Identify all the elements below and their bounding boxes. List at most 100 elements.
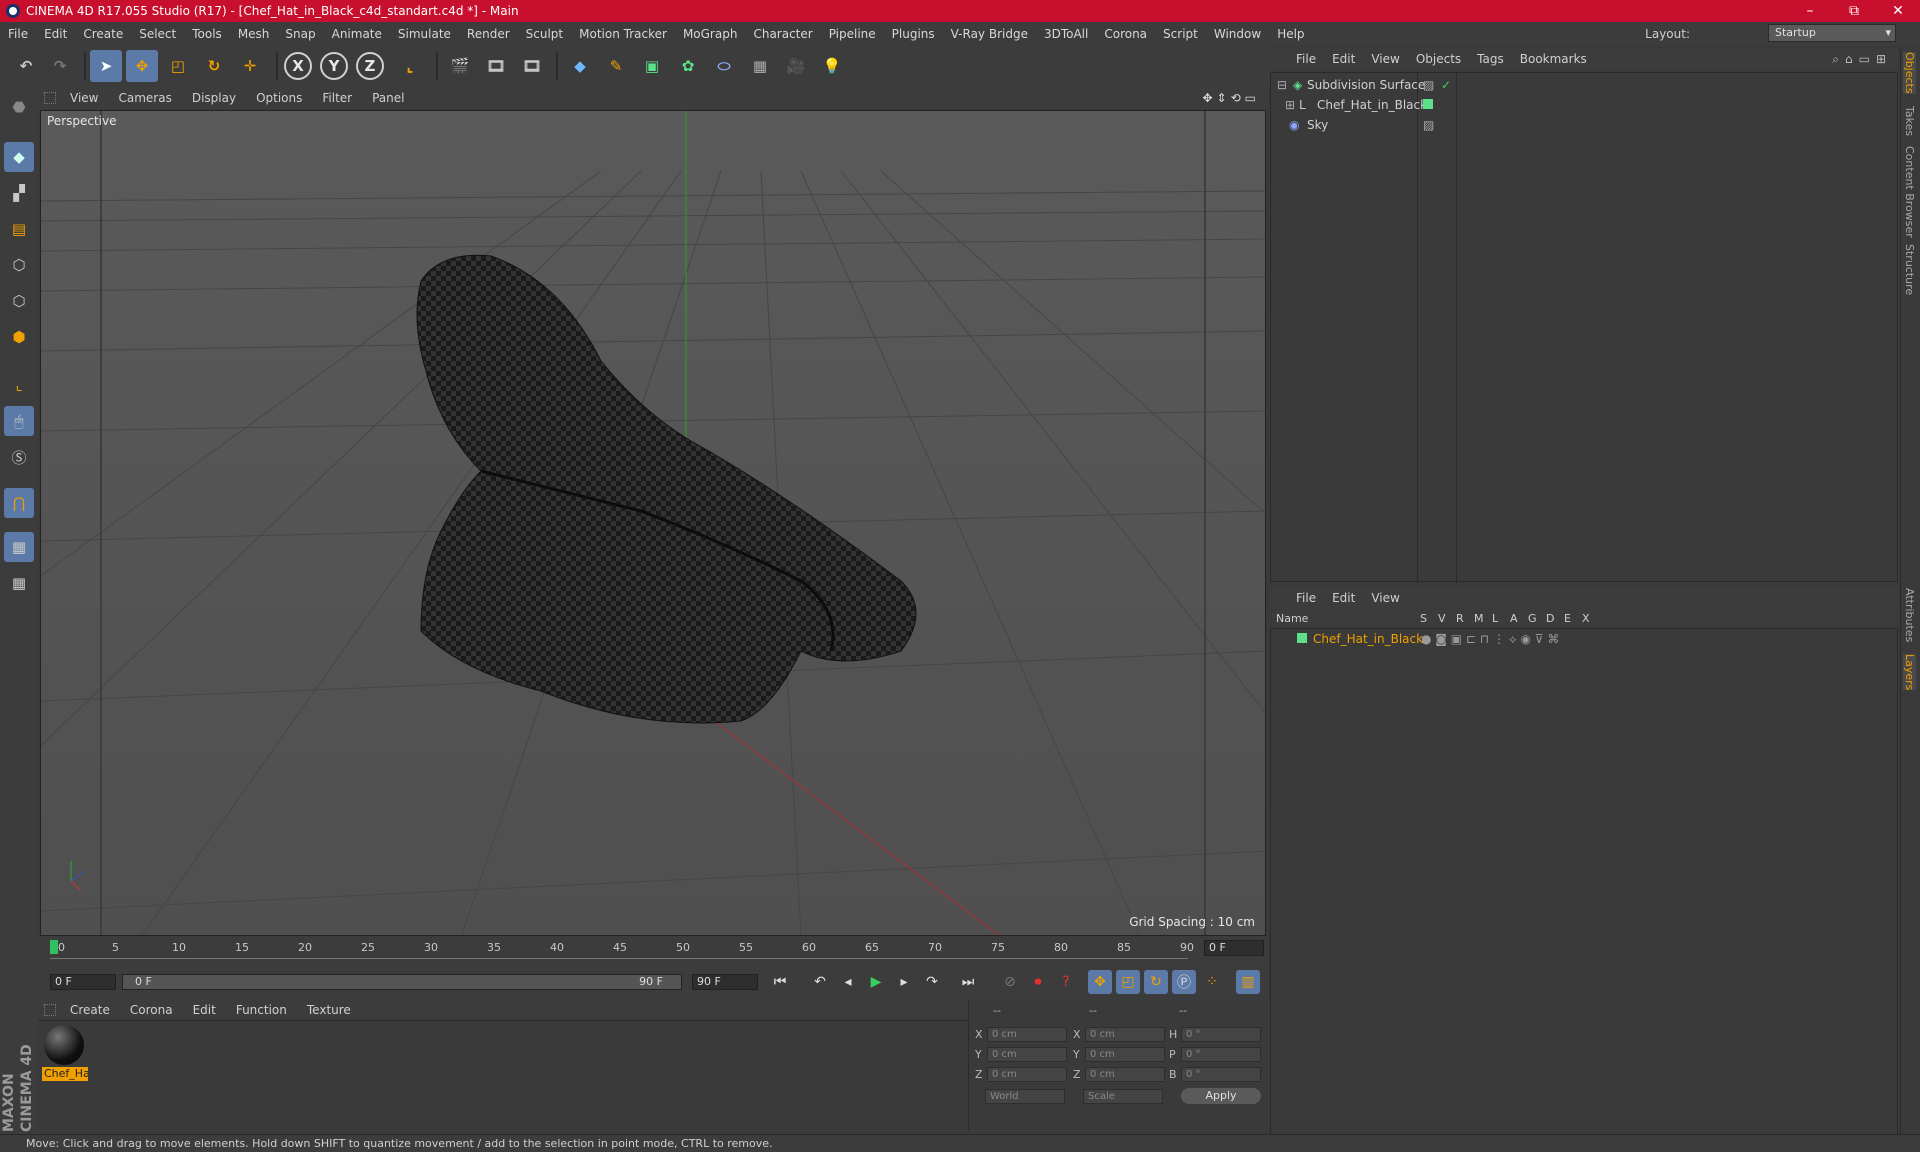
material-menu-corona[interactable]: Corona: [120, 1003, 183, 1017]
start-frame-field[interactable]: 0 F: [50, 974, 116, 990]
deformer-icon[interactable]: ⬭: [708, 50, 740, 82]
material-menu-texture[interactable]: Texture: [297, 1003, 361, 1017]
key-parameter-icon[interactable]: Ⓟ: [1172, 970, 1196, 994]
key-position-icon[interactable]: ✥: [1088, 970, 1112, 994]
viewport-menu-display[interactable]: Display: [182, 91, 246, 105]
model-mode-icon[interactable]: ◆: [4, 142, 34, 172]
layer-color-swatch[interactable]: [1297, 633, 1307, 643]
spline-pen-icon[interactable]: ✎: [600, 50, 632, 82]
objects-menu-tags[interactable]: Tags: [1469, 52, 1512, 66]
redo-icon[interactable]: ↷: [44, 50, 76, 82]
key-scale-icon[interactable]: ◰: [1116, 970, 1140, 994]
viewport-menu-options[interactable]: Options: [246, 91, 312, 105]
next-keyframe-icon[interactable]: ↷: [920, 970, 944, 994]
mograph-cloner-icon[interactable]: ✿: [672, 50, 704, 82]
close-button[interactable]: ✕: [1876, 3, 1920, 19]
objects-menu-view[interactable]: View: [1363, 52, 1407, 66]
object-row-sky[interactable]: ◉ Sky ▨: [1271, 115, 1897, 135]
menu-edit[interactable]: Edit: [36, 27, 75, 41]
object-row-chef-hat[interactable]: ⊞ L Chef_Hat_in_Black: [1271, 95, 1897, 115]
current-frame-field[interactable]: 0 F: [1204, 940, 1264, 956]
transform-tool-icon[interactable]: ✛: [234, 50, 266, 82]
make-editable-icon[interactable]: ⬣: [4, 92, 34, 122]
menu-create[interactable]: Create: [75, 27, 131, 41]
material-menu-edit[interactable]: Edit: [183, 1003, 226, 1017]
edges-mode-icon[interactable]: ⬡: [4, 286, 34, 316]
minimize-button[interactable]: –: [1788, 3, 1832, 19]
layers-menu-edit[interactable]: Edit: [1324, 591, 1363, 605]
pos-y-field[interactable]: 0 cm: [987, 1047, 1067, 1062]
z-axis-lock-icon[interactable]: Z: [356, 52, 384, 80]
3d-viewport[interactable]: Perspective Grid Spacing : 10 cm: [40, 110, 1266, 936]
menu-character[interactable]: Character: [745, 27, 820, 41]
key-pla-icon[interactable]: ⁘: [1200, 970, 1224, 994]
undo-icon[interactable]: ↶: [10, 50, 42, 82]
record-keys-icon[interactable]: ⊘: [998, 970, 1022, 994]
snap-magnet-icon[interactable]: ⋂: [4, 488, 34, 518]
menu-file[interactable]: File: [0, 27, 36, 41]
material-swatch[interactable]: Chef_Ha: [38, 1021, 94, 1085]
workplane-icon[interactable]: ▤: [4, 214, 34, 244]
layers-menu-file[interactable]: File: [1288, 591, 1324, 605]
menu-tools[interactable]: Tools: [184, 27, 230, 41]
camera-icon[interactable]: 🎥: [780, 50, 812, 82]
size-y-field[interactable]: 0 cm: [1085, 1047, 1165, 1062]
subdivision-surface-icon[interactable]: ▣: [636, 50, 668, 82]
cube-primitive-icon[interactable]: ◆: [564, 50, 596, 82]
menu-pipeline[interactable]: Pipeline: [821, 27, 884, 41]
frame-range-slider[interactable]: 0 F 90 F: [122, 974, 682, 990]
menu-vray-bridge[interactable]: V-Ray Bridge: [943, 27, 1036, 41]
play-forward-icon[interactable]: ▶: [864, 970, 888, 994]
visibility-toggle-icon[interactable]: ▨: [1423, 78, 1434, 92]
axis-mode-icon[interactable]: ⌞: [4, 370, 34, 400]
world-dropdown[interactable]: World: [985, 1089, 1065, 1104]
scale-dropdown[interactable]: Scale: [1083, 1089, 1163, 1104]
playhead-marker[interactable]: [50, 940, 58, 954]
timeline-window-icon[interactable]: ▥: [1236, 970, 1260, 994]
layers-menu-view[interactable]: View: [1363, 591, 1407, 605]
tab-objects[interactable]: Objects: [1903, 52, 1916, 94]
scale-tool-icon[interactable]: ◰: [162, 50, 194, 82]
apply-button[interactable]: Apply: [1181, 1088, 1261, 1104]
viewport-menu-cameras[interactable]: Cameras: [108, 91, 181, 105]
coordinate-system-icon[interactable]: ⌞: [394, 50, 426, 82]
texture-mode-icon[interactable]: ▞: [4, 178, 34, 208]
menu-script[interactable]: Script: [1155, 27, 1206, 41]
layer-color-tag[interactable]: [1423, 99, 1433, 109]
next-frame-icon[interactable]: ▸: [892, 970, 916, 994]
layer-toggles-icons[interactable]: ● ◙ ▣ ⊏ ⊓ ⋮ ⟡ ◉ ⊽ ⌘: [1421, 632, 1559, 647]
polygons-mode-icon[interactable]: ⬢: [4, 322, 34, 352]
object-row-subdivision[interactable]: ⊟ ◈ Subdivision Surface ▨ ✓: [1271, 75, 1897, 95]
end-frame-field[interactable]: 90 F: [692, 974, 758, 990]
menu-corona[interactable]: Corona: [1096, 27, 1155, 41]
objects-menu-objects[interactable]: Objects: [1408, 52, 1469, 66]
grid-snap-icon[interactable]: ▦: [4, 532, 34, 562]
menu-animate[interactable]: Animate: [324, 27, 390, 41]
solo-mode-icon[interactable]: Ⓢ: [4, 442, 34, 472]
keyframe-selection-icon[interactable]: ?: [1054, 970, 1078, 994]
autokeying-icon[interactable]: ⏺: [1026, 970, 1050, 994]
visibility-toggle-icon[interactable]: ▨: [1423, 118, 1434, 132]
light-bulb-icon[interactable]: 💡: [816, 50, 848, 82]
rot-b-field[interactable]: 0 °: [1181, 1067, 1261, 1082]
tweak-mode-icon[interactable]: 🖱: [4, 406, 34, 436]
menu-simulate[interactable]: Simulate: [390, 27, 459, 41]
viewport-menu-filter[interactable]: Filter: [312, 91, 362, 105]
menu-motion-tracker[interactable]: Motion Tracker: [571, 27, 675, 41]
y-axis-lock-icon[interactable]: Y: [320, 52, 348, 80]
go-to-start-icon[interactable]: ⏮: [768, 970, 792, 994]
search-home-icons[interactable]: ⌕⌂▭⊞: [1832, 52, 1892, 67]
previous-frame-icon[interactable]: ◂: [836, 970, 860, 994]
render-picture-viewer-icon[interactable]: 🎞: [480, 50, 512, 82]
maximize-button[interactable]: ⧉: [1832, 3, 1876, 19]
tab-layers[interactable]: Layers: [1903, 654, 1916, 691]
menu-mograph[interactable]: MoGraph: [675, 27, 746, 41]
objects-menu-edit[interactable]: Edit: [1324, 52, 1363, 66]
render-view-icon[interactable]: 🎬: [444, 50, 476, 82]
menu-help[interactable]: Help: [1269, 27, 1312, 41]
menu-plugins[interactable]: Plugins: [884, 27, 943, 41]
menu-3dtoall[interactable]: 3DToAll: [1036, 27, 1096, 41]
rotate-tool-icon[interactable]: ↻: [198, 50, 230, 82]
layer-row[interactable]: Chef_Hat_in_Black ● ◙ ▣ ⊏ ⊓ ⋮ ⟡ ◉ ⊽ ⌘: [1271, 629, 1897, 649]
tab-takes[interactable]: Takes: [1903, 106, 1916, 136]
